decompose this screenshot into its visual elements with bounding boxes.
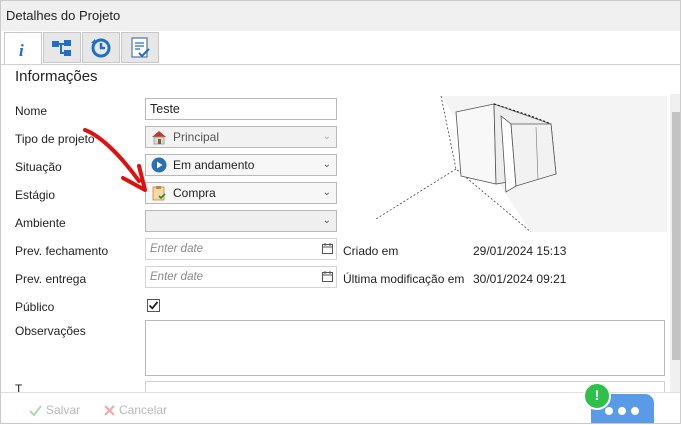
- created-value: 29/01/2024 15:13: [473, 244, 567, 258]
- title-bar: Detalhes do Projeto: [1, 1, 680, 31]
- environment-label: Ambiente: [15, 216, 66, 230]
- stage-label: Estágio: [15, 188, 56, 202]
- status-label: Situação: [15, 160, 62, 174]
- modified-value: 30/01/2024 09:21: [473, 272, 567, 286]
- delivery-forecast-date-input[interactable]: Enter date: [145, 266, 337, 288]
- status-value: Em andamento: [173, 158, 255, 172]
- close-forecast-placeholder: Enter date: [150, 243, 204, 255]
- info-icon: i: [14, 38, 32, 60]
- footer-bar: [1, 392, 680, 423]
- notes-label: Observações: [15, 324, 86, 338]
- tab-separator: [1, 64, 680, 65]
- notification-badge: !: [583, 382, 611, 410]
- close-forecast-label: Prev. fechamento: [15, 244, 109, 258]
- name-label: Nome: [15, 104, 48, 118]
- close-forecast-date-input[interactable]: Enter date: [145, 238, 337, 260]
- vertical-scrollbar[interactable]: [670, 94, 680, 394]
- cabinet-3d-image: [375, 95, 667, 232]
- tab-info[interactable]: i: [4, 32, 42, 65]
- chevron-down-icon: ⌄: [322, 215, 331, 226]
- delivery-forecast-placeholder: Enter date: [150, 271, 204, 283]
- section-title: Informações: [15, 68, 98, 85]
- checklist-icon: [131, 36, 150, 58]
- cancel-label: Cancelar: [119, 403, 168, 417]
- calendar-icon[interactable]: [322, 271, 333, 282]
- scrollbar-thumb[interactable]: [672, 112, 680, 360]
- tab-hierarchy[interactable]: [43, 32, 81, 63]
- calendar-icon[interactable]: [322, 243, 333, 254]
- project-type-select[interactable]: Principal ⌄: [145, 126, 337, 148]
- created-label: Criado em: [343, 244, 399, 258]
- stage-select[interactable]: Compra ⌄: [145, 182, 337, 204]
- history-icon: [91, 38, 111, 57]
- close-icon: [104, 404, 115, 416]
- name-input[interactable]: Teste: [145, 98, 337, 120]
- delivery-forecast-label: Prev. entrega: [15, 272, 87, 286]
- public-checkbox[interactable]: [147, 299, 160, 312]
- red-annotation-arrow: [83, 128, 147, 192]
- save-label: Salvar: [46, 403, 81, 417]
- project-type-value: Principal: [173, 130, 220, 144]
- project-3d-preview: [346, 94, 667, 232]
- tab-strip: i: [4, 32, 159, 65]
- hierarchy-icon: [52, 39, 71, 56]
- svg-text:i: i: [19, 41, 24, 60]
- save-button[interactable]: Salvar: [29, 403, 80, 417]
- chevron-down-icon: ⌄: [322, 159, 331, 170]
- environment-select[interactable]: ⌄: [145, 210, 337, 232]
- public-label: Público: [15, 300, 55, 314]
- checkmark-icon: [148, 301, 159, 310]
- status-select[interactable]: Em andamento ⌄: [145, 154, 337, 176]
- chevron-down-icon: ⌄: [322, 187, 331, 198]
- chevron-down-icon: ⌄: [322, 131, 331, 142]
- tab-history[interactable]: [82, 32, 120, 63]
- stage-value: Compra: [173, 186, 216, 200]
- window-title: Detalhes do Projeto: [6, 8, 121, 23]
- ellipsis-icon: [605, 407, 639, 415]
- notes-textarea[interactable]: [145, 320, 665, 376]
- modified-label: Última modificação em: [343, 272, 465, 286]
- tab-checklist[interactable]: [121, 32, 159, 63]
- cancel-button[interactable]: Cancelar: [104, 403, 167, 417]
- check-icon: [29, 404, 42, 416]
- project-details-window: Detalhes do Projeto i Informações Nome T…: [0, 0, 681, 424]
